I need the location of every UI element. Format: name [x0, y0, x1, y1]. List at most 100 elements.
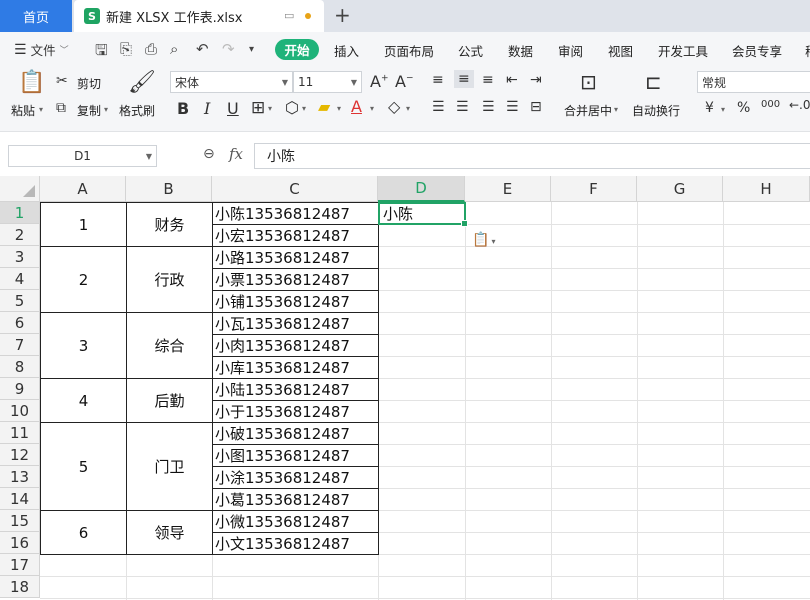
column-header-a[interactable]: A: [40, 176, 126, 202]
cell-department[interactable]: 领导: [126, 510, 213, 555]
row-header-17[interactable]: 17: [0, 554, 40, 576]
row-header-2[interactable]: 2: [0, 224, 40, 246]
align-right-icon[interactable]: ☰: [482, 99, 495, 115]
tab-file[interactable]: S 新建 XLSX 工作表.xlsx ▭: [74, 0, 324, 32]
paste-options-icon[interactable]: 📋 ▾: [472, 232, 495, 248]
menu-tab-page-layout[interactable]: 页面布局: [384, 41, 434, 60]
eraser-icon[interactable]: ◇: [388, 97, 400, 116]
align-bottom-icon[interactable]: ≡: [482, 72, 494, 88]
paste-chevron-icon[interactable]: ▾: [39, 105, 43, 114]
row-header-13[interactable]: 13: [0, 466, 40, 488]
cell-member[interactable]: 小文13536812487: [212, 532, 379, 555]
row-header-7[interactable]: 7: [0, 334, 40, 356]
cell-group-number[interactable]: 1: [40, 202, 127, 247]
merge-chevron-icon[interactable]: ▾: [614, 105, 618, 114]
menu-tab-start[interactable]: 开始: [275, 39, 319, 60]
menu-tab-view[interactable]: 视图: [608, 41, 633, 60]
column-header-d[interactable]: D: [378, 176, 465, 202]
wrap-text-icon[interactable]: ⊏: [645, 70, 662, 94]
customize-toolbar-icon[interactable]: ▾: [249, 44, 254, 55]
align-left-icon[interactable]: ☰: [432, 99, 445, 115]
export-icon[interactable]: ⎘: [120, 40, 132, 58]
cell-member[interactable]: 小葛13536812487: [212, 488, 379, 511]
cell-department[interactable]: 行政: [126, 246, 213, 313]
cell-department[interactable]: 综合: [126, 312, 213, 379]
cell-department[interactable]: 门卫: [126, 422, 213, 511]
scissors-icon[interactable]: ✂: [56, 73, 68, 89]
cell-department[interactable]: 后勤: [126, 378, 213, 423]
eraser-chevron-icon[interactable]: ▾: [406, 104, 410, 113]
menu-tab-review[interactable]: 审阅: [558, 41, 583, 60]
row-header-14[interactable]: 14: [0, 488, 40, 510]
number-format-select[interactable]: 常规: [697, 71, 810, 93]
font-color-chevron-icon[interactable]: ▾: [370, 104, 374, 113]
paste-button[interactable]: 粘贴: [11, 102, 35, 119]
cell-member[interactable]: 小票13536812487: [212, 268, 379, 291]
copy-icon[interactable]: ⧉: [56, 100, 66, 116]
italic-icon[interactable]: I: [204, 99, 210, 118]
selected-cell-d1[interactable]: 小陈: [378, 202, 468, 227]
format-painter-button[interactable]: 格式刷: [119, 102, 155, 119]
align-top-icon[interactable]: ≡: [432, 72, 444, 88]
cell-group-number[interactable]: 2: [40, 246, 127, 313]
column-header-h[interactable]: H: [723, 176, 810, 202]
menu-tab-formulas[interactable]: 公式: [458, 41, 483, 60]
cell-member[interactable]: 小瓦13536812487: [212, 312, 379, 335]
cell-member[interactable]: 小涂13536812487: [212, 466, 379, 489]
merge-center-button[interactable]: 合并居中: [564, 102, 612, 119]
formula-input[interactable]: 小陈: [254, 143, 810, 169]
thousands-button[interactable]: 000: [761, 99, 780, 110]
chevron-down-icon[interactable]: ▼: [146, 152, 152, 161]
justify-icon[interactable]: ☰: [506, 99, 519, 115]
new-tab-button[interactable]: +: [334, 3, 351, 27]
copy-button[interactable]: 复制: [77, 102, 101, 119]
format-painter-icon[interactable]: 🖌: [128, 70, 156, 95]
cell-group-number[interactable]: 5: [40, 422, 127, 511]
menu-tab-developer[interactable]: 开发工具: [658, 41, 708, 60]
column-header-b[interactable]: B: [126, 176, 212, 202]
row-header-15[interactable]: 15: [0, 510, 40, 532]
merge-center-icon[interactable]: ⊡: [580, 70, 597, 94]
cell-member[interactable]: 小于13536812487: [212, 400, 379, 423]
align-center-icon[interactable]: ☰: [456, 99, 469, 115]
decrease-indent-icon[interactable]: ⇤: [506, 72, 518, 88]
undo-icon[interactable]: ↶: [196, 40, 209, 58]
row-header-8[interactable]: 8: [0, 356, 40, 378]
name-box[interactable]: D1 ▼: [8, 145, 157, 167]
cell-member[interactable]: 小陈13536812487: [212, 202, 379, 225]
cell-member[interactable]: 小图13536812487: [212, 444, 379, 467]
zoom-search-icon[interactable]: ⊖: [203, 146, 215, 162]
underline-icon[interactable]: U: [227, 99, 239, 118]
redo-icon[interactable]: ↷: [222, 40, 235, 58]
menu-tab-data[interactable]: 数据: [508, 41, 533, 60]
cell-member[interactable]: 小宏13536812487: [212, 224, 379, 247]
paste-icon[interactable]: 📋: [18, 70, 45, 95]
increase-indent-icon[interactable]: ⇥: [530, 72, 542, 88]
file-menu[interactable]: ☰ 文件 ﹀: [14, 40, 69, 59]
row-header-1[interactable]: 1: [0, 202, 40, 224]
column-header-c[interactable]: C: [212, 176, 378, 202]
column-header-e[interactable]: E: [465, 176, 551, 202]
row-header-10[interactable]: 10: [0, 400, 40, 422]
cell-member[interactable]: 小铺13536812487: [212, 290, 379, 313]
function-icon[interactable]: fx: [229, 145, 243, 163]
font-color-icon[interactable]: A: [351, 97, 362, 116]
menu-tab-more[interactable]: 稻: [805, 41, 810, 60]
distributed-icon[interactable]: ⊟: [530, 99, 542, 115]
monitor-icon[interactable]: ▭: [284, 9, 294, 22]
increase-font-icon[interactable]: A+: [370, 72, 389, 91]
print-preview-icon[interactable]: ⌕: [170, 40, 178, 58]
row-header-4[interactable]: 4: [0, 268, 40, 290]
row-header-3[interactable]: 3: [0, 246, 40, 268]
shape-chevron-icon[interactable]: ▾: [302, 104, 306, 113]
align-middle-icon[interactable]: ≡: [454, 70, 474, 88]
row-header-5[interactable]: 5: [0, 290, 40, 312]
column-header-g[interactable]: G: [637, 176, 723, 202]
menu-tab-member[interactable]: 会员专享: [732, 41, 782, 60]
cell-member[interactable]: 小陆13536812487: [212, 378, 379, 401]
cell-member[interactable]: 小库13536812487: [212, 356, 379, 379]
cell-group-number[interactable]: 4: [40, 378, 127, 423]
border-icon[interactable]: ⊞: [251, 98, 265, 118]
cell-member[interactable]: 小微13536812487: [212, 510, 379, 533]
border-chevron-icon[interactable]: ▾: [268, 104, 272, 113]
